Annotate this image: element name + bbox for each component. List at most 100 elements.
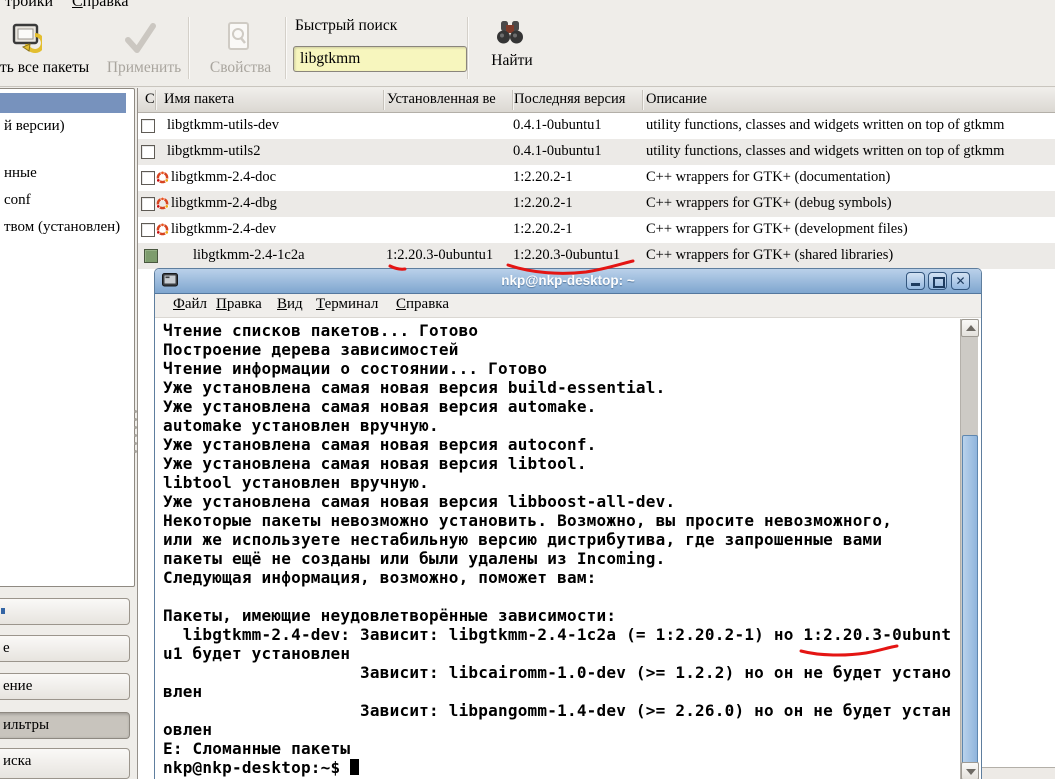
scroll-down-button[interactable] [961, 762, 979, 779]
sections-button[interactable] [0, 598, 130, 625]
package-status-checkbox[interactable] [141, 145, 155, 159]
package-description: C++ wrappers for GTK+ (development files… [646, 221, 908, 237]
terminal-content[interactable]: Чтение списков пакетов... Готово Построе… [155, 319, 981, 779]
terminal-line: Построение дерева зависимостей [163, 340, 459, 359]
terminal-line: Зависит: libpangomm-1.4-dev (>= 2.26.0) … [163, 701, 952, 720]
splitter-handle[interactable] [134, 442, 137, 445]
splitter-handle[interactable] [134, 426, 137, 429]
terminal-line: Пакеты, имеющие неудовлетворённые зависи… [163, 606, 617, 625]
minimize-button[interactable] [906, 272, 925, 290]
package-description: utility functions, classes and widgets w… [646, 143, 1005, 159]
splitter-handle[interactable] [134, 434, 137, 437]
column-header-status[interactable]: С [145, 91, 155, 108]
scroll-up-button[interactable] [961, 319, 979, 337]
splitter-handle[interactable] [134, 450, 137, 453]
terminal-menubar: Файл Правка Вид Терминал Справка [155, 294, 981, 318]
column-header-installed[interactable]: Установленная ве [387, 91, 509, 108]
package-name: libgtkmm-2.4-doc [171, 169, 277, 185]
terminal-line: libgtkmm-2.4-dev: Зависит: libgtkmm-2.4-… [163, 625, 952, 644]
package-status-checkbox-installed[interactable] [144, 249, 158, 263]
package-latest-version: 1:2.20.2-1 [513, 221, 573, 237]
search-results-button[interactable]: иска [0, 748, 130, 779]
filter-item-selected[interactable] [0, 93, 126, 113]
terminal-line: Уже установлена самая новая версия build… [163, 378, 666, 397]
column-header-name[interactable]: Имя пакета [164, 91, 234, 108]
filter-item[interactable]: твом (установлен) [4, 219, 120, 236]
filter-item[interactable]: нные [4, 165, 37, 182]
package-name: libgtkmm-utils2 [167, 143, 261, 159]
toolbar: ть все пакеты Применить Свойства Быстрый… [0, 9, 1055, 87]
filter-item[interactable]: conf [4, 192, 31, 209]
ubuntu-supported-icon [156, 197, 169, 210]
terminal-window[interactable]: nkp@nkp-desktop: ~ ✕ Файл Правка Вид Тер… [154, 268, 982, 779]
package-status-checkbox[interactable] [141, 119, 155, 133]
package-name: libgtkmm-2.4-1c2a [193, 247, 305, 263]
terminal-titlebar[interactable]: nkp@nkp-desktop: ~ ✕ [155, 269, 981, 294]
package-status-checkbox[interactable] [141, 223, 155, 237]
package-latest-version: 1:2.20.2-1 [513, 195, 573, 211]
close-button[interactable]: ✕ [951, 272, 970, 290]
origin-button[interactable]: ение [0, 673, 130, 700]
terminal-line: Чтение информации о состоянии... Готово [163, 359, 548, 378]
terminal-line: овлен [163, 720, 213, 739]
package-latest-version: 1:2.20.3-0ubuntu1 [513, 247, 621, 263]
table-row[interactable]: libgtkmm-2.4-doc 1:2.20.2-1 C++ wrappers… [138, 165, 1055, 191]
toolbar-separator [467, 17, 469, 79]
toolbar-separator [285, 17, 287, 79]
terminal-line: Уже установлена самая новая версия libbo… [163, 492, 676, 511]
terminal-scrollbar[interactable] [960, 319, 979, 779]
terminal-line: Зависит: libcairomm-1.0-dev (>= 1.2.2) н… [163, 663, 952, 682]
table-header: С Имя пакета Установленная ве Последняя … [138, 88, 1055, 113]
table-row[interactable]: libgtkmm-utils-dev 0.4.1-0ubuntu1 utilit… [138, 113, 1055, 139]
column-separator[interactable] [155, 90, 157, 110]
terminal-line: Уже установлена самая новая версия autoc… [163, 435, 597, 454]
column-separator[interactable] [512, 90, 514, 110]
splitter-handle[interactable] [134, 410, 137, 413]
table-row[interactable]: libgtkmm-2.4-1c2a 1:2.20.3-0ubuntu1 1:2.… [138, 243, 1055, 269]
terminal-cursor [350, 759, 360, 775]
scrollbar-thumb[interactable] [962, 435, 978, 779]
package-description: C++ wrappers for GTK+ (shared libraries) [646, 247, 894, 263]
menu-item-file[interactable]: Файл [173, 296, 207, 313]
terminal-line: пакеты ещё не созданы или были удалены и… [163, 549, 666, 568]
apply-check-icon [125, 23, 156, 53]
desktop-screenshot: тройки Справка ть все пакеты Применить С… [0, 0, 1055, 779]
package-latest-version: 0.4.1-0ubuntu1 [513, 117, 602, 133]
column-header-latest[interactable]: Последняя версия [514, 91, 640, 108]
terminal-line: libtool установлен вручную. [163, 473, 430, 492]
search-input[interactable] [293, 46, 467, 72]
terminal-output: Чтение списков пакетов... Готово Построе… [163, 321, 951, 777]
terminal-line: Уже установлена самая новая версия autom… [163, 397, 597, 416]
terminal-line: E: Сломанные пакеты [163, 739, 351, 758]
package-name: libgtkmm-2.4-dbg [171, 195, 277, 211]
splitter-handle[interactable] [134, 418, 137, 421]
package-status-checkbox[interactable] [141, 197, 155, 211]
terminal-line: u1 будет установлен [163, 644, 351, 663]
terminal-line: влен [163, 682, 203, 701]
package-status-checkbox[interactable] [141, 171, 155, 185]
column-header-description[interactable]: Описание [646, 91, 707, 108]
table-row[interactable]: libgtkmm-2.4-dev 1:2.20.2-1 C++ wrappers… [138, 217, 1055, 243]
statusbar-corner [977, 767, 1055, 779]
column-separator[interactable] [642, 90, 644, 110]
terminal-line: automake установлен вручную. [163, 416, 439, 435]
package-installed-version: 1:2.20.3-0ubuntu1 [386, 247, 494, 263]
table-row[interactable]: libgtkmm-2.4-dbg 1:2.20.2-1 C++ wrappers… [138, 191, 1055, 217]
terminal-prompt-line: nkp@nkp-desktop:~$ [163, 758, 951, 777]
menu-item-terminal[interactable]: Терминал [316, 296, 378, 313]
reload-icon [12, 23, 42, 53]
menu-item-edit[interactable]: Правка [216, 296, 262, 313]
table-row[interactable]: libgtkmm-utils2 0.4.1-0ubuntu1 utility f… [138, 139, 1055, 165]
binoculars-icon [497, 21, 523, 44]
status-button[interactable]: е [0, 635, 130, 662]
column-separator[interactable] [383, 90, 385, 110]
package-latest-version: 0.4.1-0ubuntu1 [513, 143, 602, 159]
filter-item[interactable]: й версии) [4, 118, 65, 135]
menu-item-view[interactable]: Вид [277, 296, 303, 313]
custom-filters-button[interactable]: ильтры [0, 712, 130, 739]
terminal-line: или же используете нестабильную версию д… [163, 530, 883, 549]
menu-item-help[interactable]: Справка [396, 296, 449, 313]
maximize-button[interactable] [928, 272, 947, 290]
terminal-line: Следующая информация, возможно, поможет … [163, 568, 597, 587]
